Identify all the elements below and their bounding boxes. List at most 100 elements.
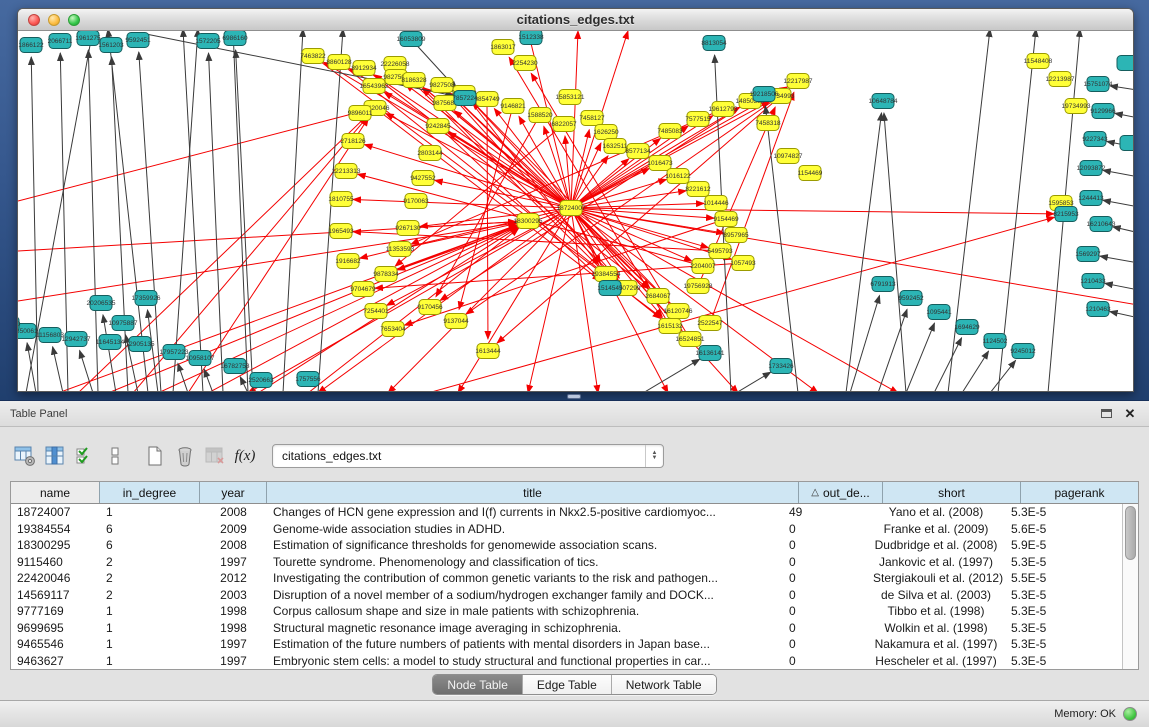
graph-node[interactable]: 9592451 (125, 33, 151, 48)
table-cell[interactable]: Jankovic et al. (1997) (867, 555, 1005, 569)
graph-node[interactable]: 8221612 (685, 182, 711, 197)
table-cell[interactable]: 5.3E-5 (1005, 588, 1122, 602)
graph-node[interactable]: 16120746 (664, 304, 693, 319)
graph-node[interactable] (1117, 56, 1133, 71)
graph-node[interactable]: 12942737 (62, 332, 91, 347)
graph-node[interactable]: 12093872 (1077, 161, 1106, 176)
table-cell[interactable]: 5.3E-5 (1005, 637, 1122, 651)
graph-node[interactable]: 8860128 (326, 55, 352, 70)
graph-edge[interactable] (31, 57, 38, 391)
graph-node[interactable]: 12213313 (332, 164, 361, 179)
table-row[interactable]: 1872400712008Changes of HCN gene express… (11, 504, 1122, 521)
graph-edge[interactable] (233, 31, 248, 391)
create-column-button[interactable] (140, 442, 170, 470)
table-cell[interactable]: de Silva et al. (2003) (867, 588, 1005, 602)
graph-node[interactable]: 9129966 (1090, 104, 1116, 119)
table-cell[interactable]: Hescheler et al. (1997) (867, 654, 1005, 668)
table-cell[interactable]: 5.3E-5 (1005, 604, 1122, 618)
graph-node[interactable]: 17359926 (132, 291, 161, 306)
table-row[interactable]: 911546021997Tourette syndrome. Phenomeno… (11, 554, 1122, 571)
table-cell[interactable]: Yano et al. (2008) (867, 505, 1005, 519)
graph-edge[interactable] (571, 203, 704, 208)
graph-node[interactable]: 9245012 (1010, 344, 1036, 359)
graph-node[interactable]: 12905135 (126, 337, 155, 352)
function-builder-button[interactable]: f(x) (230, 448, 260, 465)
graph-edge[interactable] (1105, 283, 1133, 291)
table-cell[interactable]: 6 (100, 522, 200, 536)
table-cell[interactable]: 1998 (200, 604, 267, 618)
graph-node[interactable]: 2066711 (48, 34, 73, 49)
graph-node[interactable]: 10974827 (774, 149, 803, 164)
graph-node[interactable]: 6791913 (870, 277, 896, 292)
graph-node[interactable]: 11156803 (36, 328, 64, 343)
graph-node[interactable]: 12217987 (784, 74, 813, 89)
graph-node[interactable]: 1016122 (665, 169, 691, 184)
graph-node[interactable]: 1244413 (1078, 191, 1104, 206)
column-header-pagerank[interactable]: pagerank (1021, 482, 1138, 503)
graph-node[interactable]: 15751074 (1084, 77, 1113, 92)
table-scrollbar[interactable] (1122, 504, 1138, 669)
graph-node[interactable]: 18724007 (557, 201, 586, 216)
table-cell[interactable]: 2 (100, 588, 200, 602)
table-cell[interactable]: 9777169 (11, 604, 100, 618)
graph-node[interactable]: 7485083 (657, 124, 683, 139)
table-cell[interactable]: 0 (783, 555, 867, 569)
graph-node[interactable]: 1572205 (195, 34, 221, 49)
graph-edge[interactable] (27, 343, 36, 391)
graph-node[interactable]: 9137044 (443, 314, 469, 329)
graph-node[interactable]: 8854749 (474, 92, 500, 107)
network-window[interactable]: citations_edges.txt 18724007183002957463… (17, 8, 1134, 392)
graph-node[interactable]: 7254401 (363, 304, 389, 319)
close-window-button[interactable] (28, 14, 40, 26)
graph-node[interactable]: 2254230 (512, 56, 538, 71)
graph-edge[interactable] (1103, 200, 1133, 208)
table-row[interactable]: 969969511998Structural magnetic resonanc… (11, 620, 1122, 637)
graph-node[interactable]: 7463822 (300, 49, 326, 64)
table-cell[interactable]: Investigating the contribution of common… (267, 571, 783, 585)
graph-node[interactable]: 1124502 (983, 334, 1008, 349)
table-cell[interactable]: 9115460 (11, 555, 100, 569)
table-cell[interactable]: 5.3E-5 (1005, 505, 1122, 519)
table-row[interactable]: 946554611997Estimation of the future num… (11, 636, 1122, 653)
graph-node[interactable]: 1733426 (768, 359, 794, 374)
graph-node[interactable]: 2684067 (645, 289, 671, 304)
graph-node[interactable]: 1961275 (75, 31, 101, 46)
graph-node[interactable]: 1514545 (597, 281, 623, 296)
graph-node[interactable]: 11548408 (1024, 54, 1053, 69)
zoom-window-button[interactable] (68, 14, 80, 26)
table-cell[interactable]: 0 (783, 538, 867, 552)
graph-node[interactable]: 16782753 (221, 359, 250, 374)
tab-node-table[interactable]: Node Table (433, 675, 523, 694)
graph-node[interactable]: 8912934 (351, 61, 377, 76)
table-cell[interactable]: Estimation of the future numbers of pati… (267, 637, 783, 651)
table-chooser-dropdown[interactable]: citations_edges.txt ▲▼ (272, 444, 664, 468)
graph-node[interactable]: 19756928 (684, 279, 713, 294)
graph-node[interactable]: 5495793 (707, 244, 733, 259)
graph-edge[interactable] (204, 369, 213, 391)
graph-edge[interactable] (934, 338, 962, 391)
table-cell[interactable]: 5.9E-5 (1005, 538, 1122, 552)
table-cell[interactable]: 2 (100, 571, 200, 585)
table-cell[interactable]: Estimation of significance thresholds fo… (267, 538, 783, 552)
graph-edge[interactable] (736, 372, 771, 391)
graph-node[interactable]: 9592452 (898, 291, 924, 306)
graph-node[interactable]: 9896011 (348, 106, 373, 121)
graph-node[interactable]: 8850061 (18, 324, 38, 339)
graph-node[interactable]: 7857224 (452, 91, 478, 106)
graph-edge[interactable] (1110, 86, 1133, 91)
table-row[interactable]: 2242004622012Investigating the contribut… (11, 570, 1122, 587)
graph-node[interactable]: 9427552 (410, 171, 436, 186)
graph-edge[interactable] (173, 31, 198, 391)
graph-node[interactable]: 1154469 (798, 166, 823, 181)
graph-node[interactable]: 20206535 (87, 296, 116, 311)
graph-node[interactable]: 7653404 (380, 322, 406, 337)
column-header-name[interactable]: name (11, 482, 100, 503)
graph-node[interactable]: 6822057 (551, 117, 577, 132)
graph-node[interactable]: 19218506 (750, 87, 779, 102)
graph-node[interactable]: 9704679 (350, 282, 376, 297)
table-cell[interactable]: 9699695 (11, 621, 100, 635)
column-header-title[interactable]: title (267, 482, 799, 503)
graph-node[interactable]: 9170456 (417, 300, 443, 315)
table-cell[interactable]: 0 (783, 621, 867, 635)
delete-table-button[interactable] (200, 442, 230, 470)
